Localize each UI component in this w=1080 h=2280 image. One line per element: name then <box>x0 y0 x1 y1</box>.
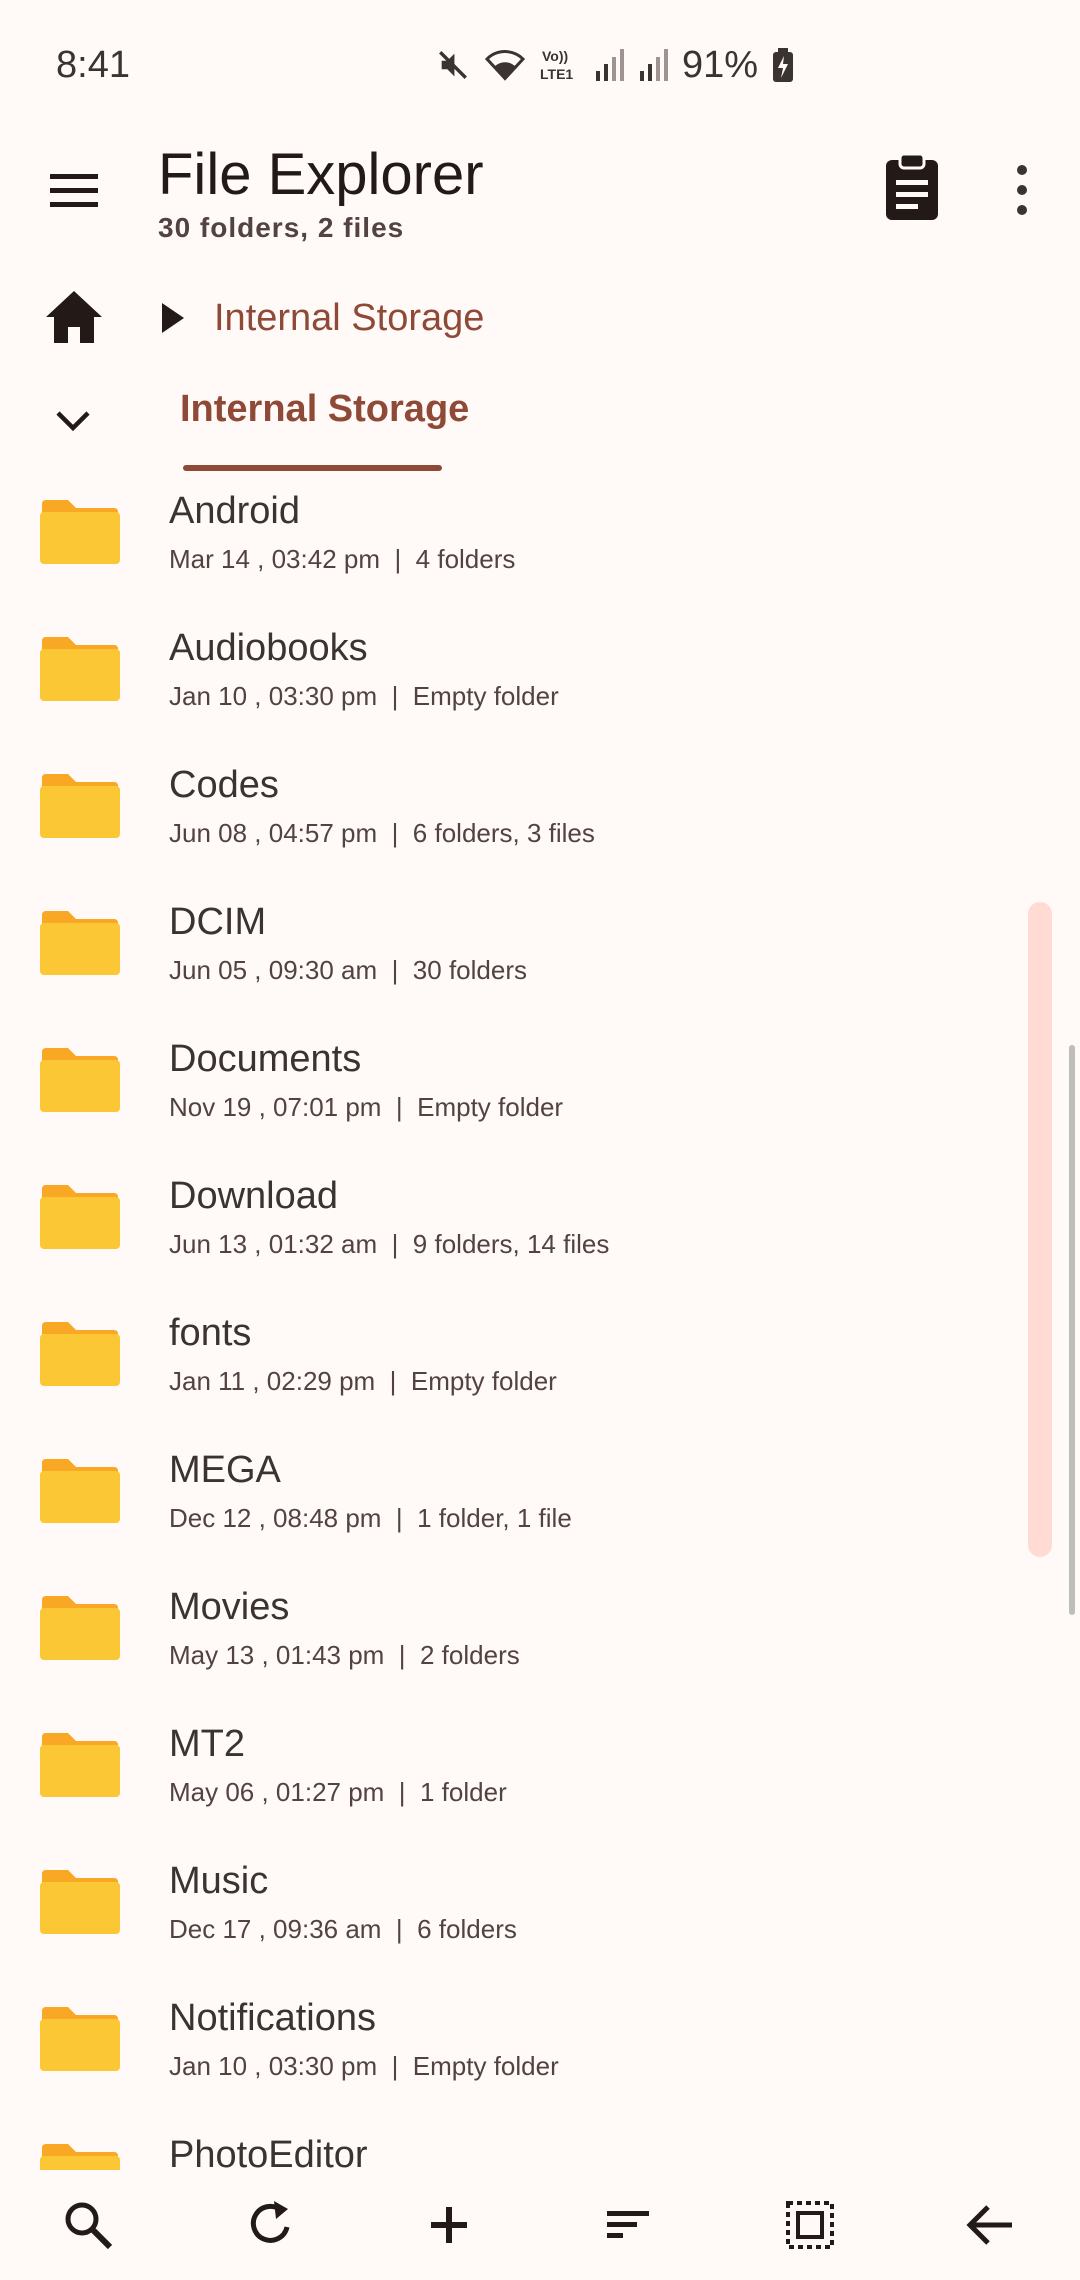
folder-icon <box>40 774 120 838</box>
tab-internal-storage[interactable]: Internal Storage <box>180 388 469 431</box>
list-item[interactable]: Movies May 13 , 01:43 pm | 2 folders <box>0 1576 1030 1713</box>
folder-icon <box>40 1185 120 1249</box>
file-meta: Jan 10 , 03:30 pm | Empty folder <box>169 681 559 711</box>
list-item[interactable]: Codes Jun 08 , 04:57 pm | 6 folders, 3 f… <box>0 754 1030 891</box>
folder-icon <box>40 500 120 564</box>
file-meta: May 13 , 01:43 pm | 2 folders <box>169 1640 520 1670</box>
list-item[interactable]: Android Mar 14 , 03:42 pm | 4 folders <box>0 480 1030 617</box>
battery-level: 91% <box>681 43 758 86</box>
page-subtitle: 30 folders, 2 files <box>158 212 405 243</box>
file-meta: Jun 05 , 09:30 am | 30 folders <box>169 955 527 985</box>
file-meta: Nov 19 , 07:01 pm | Empty folder <box>169 1092 564 1122</box>
title-block: File Explorer 30 folders, 2 files <box>158 140 484 244</box>
status-icons: Vo)) LTE1 91% <box>436 44 794 87</box>
file-name: Movies <box>169 1586 290 1628</box>
file-name: Download <box>169 1175 338 1217</box>
list-item[interactable]: MEGA Dec 12 , 08:48 pm | 1 folder, 1 fil… <box>0 1439 1030 1576</box>
scrollbar-thumb[interactable] <box>1069 1045 1075 1615</box>
volte-icon: Vo)) LTE1 <box>540 48 573 82</box>
file-name: Music <box>169 1860 269 1902</box>
bottom-toolbar <box>0 2170 1080 2280</box>
file-meta: Jun 08 , 04:57 pm | 6 folders, 3 files <box>169 818 595 848</box>
file-meta: Dec 17 , 09:36 am | 6 folders <box>169 1914 517 1944</box>
file-name: fonts <box>169 1312 252 1354</box>
scrollbar-track[interactable] <box>1028 902 1052 1557</box>
tabs-row: Internal Storage <box>0 370 1080 480</box>
file-meta: Jan 10 , 03:30 pm | Empty folder <box>169 2051 559 2081</box>
file-meta: Mar 14 , 03:42 pm | 4 folders <box>169 544 516 574</box>
file-name: Documents <box>169 1038 362 1080</box>
refresh-icon[interactable] <box>242 2197 298 2253</box>
folder-icon <box>40 1048 120 1112</box>
list-item[interactable]: Music Dec 17 , 09:36 am | 6 folders <box>0 1850 1030 1987</box>
file-name: DCIM <box>169 901 267 943</box>
svg-text:LTE1: LTE1 <box>540 66 573 82</box>
more-vert-icon[interactable] <box>1004 160 1040 220</box>
list-item[interactable]: fonts Jan 11 , 02:29 pm | Empty folder <box>0 1302 1030 1439</box>
folder-icon <box>40 1733 120 1797</box>
battery-charging-icon <box>773 48 793 82</box>
list-item[interactable]: MT2 May 06 , 01:27 pm | 1 folder <box>0 1713 1030 1850</box>
search-icon[interactable] <box>60 2197 116 2253</box>
status-bar: 8:41 Vo)) LTE1 91% <box>0 0 1080 130</box>
signal-icon <box>639 49 668 81</box>
file-name: PhotoEditor <box>169 2134 368 2170</box>
folder-icon <box>40 911 120 975</box>
file-name: Audiobooks <box>169 627 368 669</box>
list-item[interactable]: Documents Nov 19 , 07:01 pm | Empty fold… <box>0 1028 1030 1165</box>
sort-icon[interactable] <box>601 2197 657 2253</box>
folder-icon <box>40 1870 120 1934</box>
home-icon[interactable] <box>44 289 104 345</box>
chevron-down-icon[interactable] <box>48 396 98 446</box>
file-name: MT2 <box>169 1723 245 1765</box>
wifi-icon <box>484 50 526 81</box>
file-name: Codes <box>169 764 279 806</box>
file-meta: Jun 13 , 01:32 am | 9 folders, 14 files <box>169 1229 610 1259</box>
tab-indicator <box>183 465 442 471</box>
folder-icon <box>40 637 120 701</box>
folder-icon <box>40 1596 120 1660</box>
list-item[interactable]: Download Jun 13 , 01:32 am | 9 folders, … <box>0 1165 1030 1302</box>
file-list[interactable]: Android Mar 14 , 03:42 pm | 4 folders Au… <box>0 480 1080 2170</box>
list-item[interactable]: Audiobooks Jan 10 , 03:30 pm | Empty fol… <box>0 617 1030 754</box>
menu-icon[interactable] <box>44 160 104 220</box>
mute-icon <box>438 51 467 79</box>
app-bar: File Explorer 30 folders, 2 files <box>0 130 1080 260</box>
play-arrow-icon <box>162 303 184 333</box>
folder-icon <box>40 1322 120 1386</box>
folder-icon <box>40 1459 120 1523</box>
folder-icon <box>40 2144 120 2170</box>
breadcrumb-item-internal-storage[interactable]: Internal Storage <box>214 297 484 340</box>
clipboard-icon[interactable] <box>880 152 944 222</box>
file-meta: Dec 12 , 08:48 pm | 1 folder, 1 file <box>169 1503 572 1533</box>
page-title: File Explorer <box>158 142 484 207</box>
svg-text:Vo)): Vo)) <box>542 48 568 64</box>
file-name: Android <box>169 490 300 532</box>
signal-icon <box>595 49 624 81</box>
file-meta: Jan 11 , 02:29 pm | Empty folder <box>169 1366 557 1396</box>
add-icon[interactable] <box>421 2197 477 2253</box>
file-name: MEGA <box>169 1449 281 1491</box>
file-name: Notifications <box>169 1997 376 2039</box>
folder-icon <box>40 2007 120 2071</box>
status-time: 8:41 <box>56 43 130 86</box>
select-all-icon[interactable] <box>782 2197 838 2253</box>
list-item[interactable]: Notifications Jan 10 , 03:30 pm | Empty … <box>0 1987 1030 2124</box>
breadcrumb: Internal Storage <box>0 275 1080 365</box>
list-item[interactable]: DCIM Jun 05 , 09:30 am | 30 folders <box>0 891 1030 1028</box>
back-arrow-icon[interactable] <box>962 2197 1018 2253</box>
file-meta: May 06 , 01:27 pm | 1 folder <box>169 1777 507 1807</box>
list-item[interactable]: PhotoEditor <box>0 2124 1030 2170</box>
